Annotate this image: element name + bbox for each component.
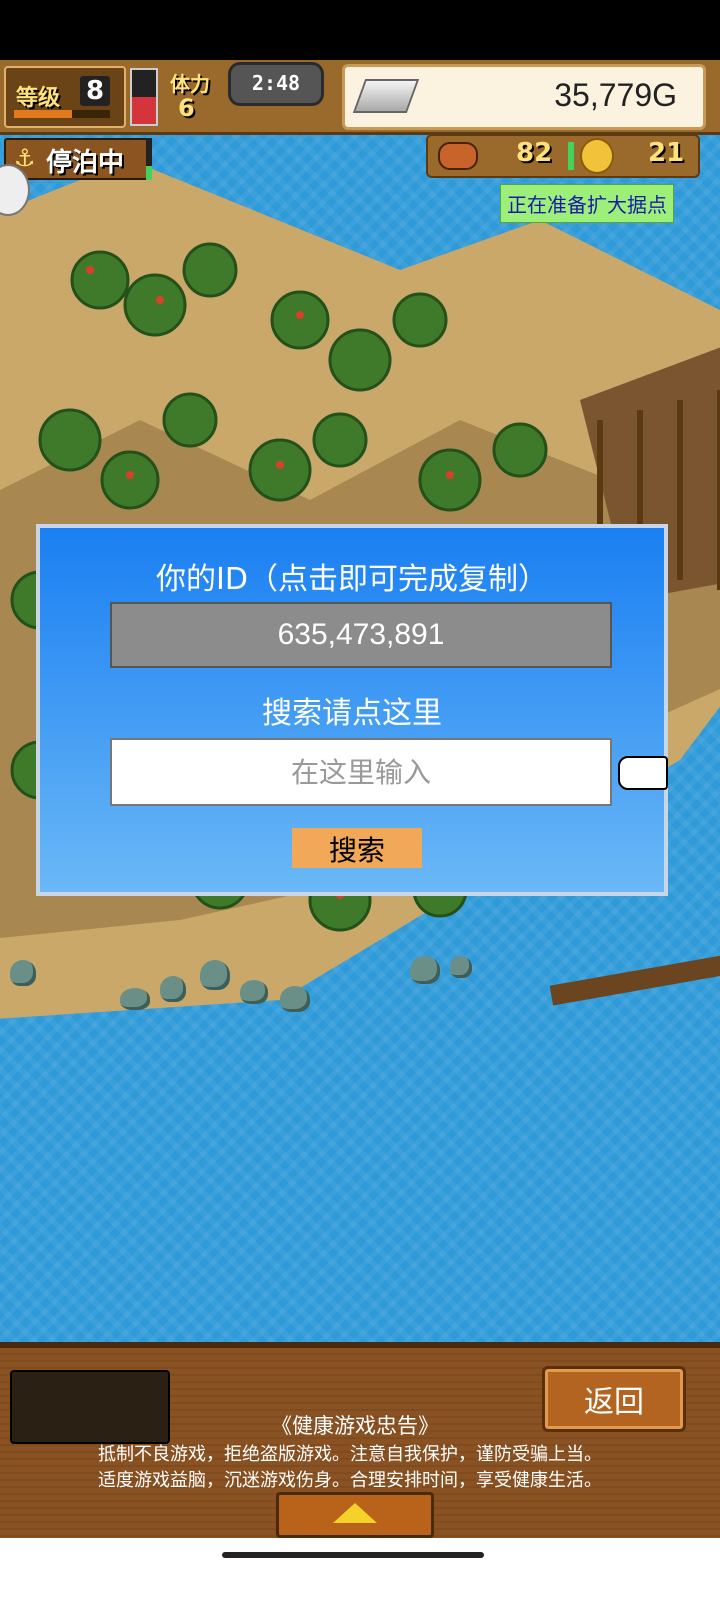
status-bar	[0, 0, 720, 60]
stamina-fill	[132, 97, 156, 124]
dialog-title: 你的ID（点击即可完成复制）	[156, 562, 548, 597]
resource-marker	[568, 142, 574, 170]
docked-label: 停泊中	[46, 148, 125, 178]
rock	[280, 986, 310, 1012]
search-label: 搜索请点这里	[262, 696, 442, 731]
player-id-copy-box[interactable]: 635,473,891	[110, 602, 612, 668]
meat-icon	[438, 142, 478, 170]
health-notice-title: 《健康游戏忠告》	[271, 1414, 439, 1438]
pointing-hand-icon	[618, 756, 668, 790]
level-label: 等级	[16, 86, 61, 111]
coin-value: 21	[648, 138, 685, 168]
id-search-dialog: 你的ID（点击即可完成复制） 635,473,891 搜索请点这里 搜索	[36, 524, 668, 896]
home-indicator[interactable]	[222, 1552, 484, 1558]
xp-bar	[14, 110, 110, 118]
health-notice-line: 抵制不良游戏，拒绝盗版游戏。注意自我保护，谨防受骗上当。	[98, 1444, 602, 1465]
gold-panel: 35,779G	[342, 64, 706, 130]
resource-bar: 82 21	[426, 134, 700, 178]
rock	[240, 980, 268, 1004]
level-panel: 等级 8	[4, 66, 126, 128]
coin-icon	[580, 138, 614, 174]
rock	[160, 976, 186, 1002]
arrow-up-icon	[333, 1503, 377, 1523]
food-value: 82	[516, 138, 553, 168]
search-button[interactable]: 搜索	[292, 828, 422, 868]
rock	[200, 960, 230, 990]
docked-progress-marker	[146, 138, 152, 180]
level-value: 8	[80, 76, 111, 106]
timer: 2:48	[228, 62, 324, 106]
rock	[410, 956, 440, 984]
bottom-panel: 返回 《健康游戏忠告》 抵制不良游戏，拒绝盗版游戏。注意自我保护，谨防受骗上当。…	[0, 1342, 720, 1544]
gold-value: 35,779G	[554, 77, 677, 113]
rock	[120, 988, 150, 1010]
expand-notice[interactable]: 正在准备扩大据点	[500, 184, 674, 223]
stamina-panel: 体力 6	[162, 66, 232, 124]
stamina-label: 体力	[170, 72, 210, 96]
rock	[450, 956, 472, 978]
stamina-gauge	[130, 68, 158, 126]
rock	[10, 960, 36, 986]
xp-fill	[14, 110, 72, 118]
silver-bar-icon	[352, 79, 420, 113]
health-notice-line: 适度游戏益脑，沉迷游戏伤身。合理安排时间，享受健康生活。	[98, 1470, 602, 1491]
system-nav-bar	[0, 1538, 720, 1600]
search-input[interactable]	[110, 738, 612, 806]
expand-menu-button[interactable]	[276, 1492, 434, 1538]
stamina-value: 6	[178, 94, 195, 122]
